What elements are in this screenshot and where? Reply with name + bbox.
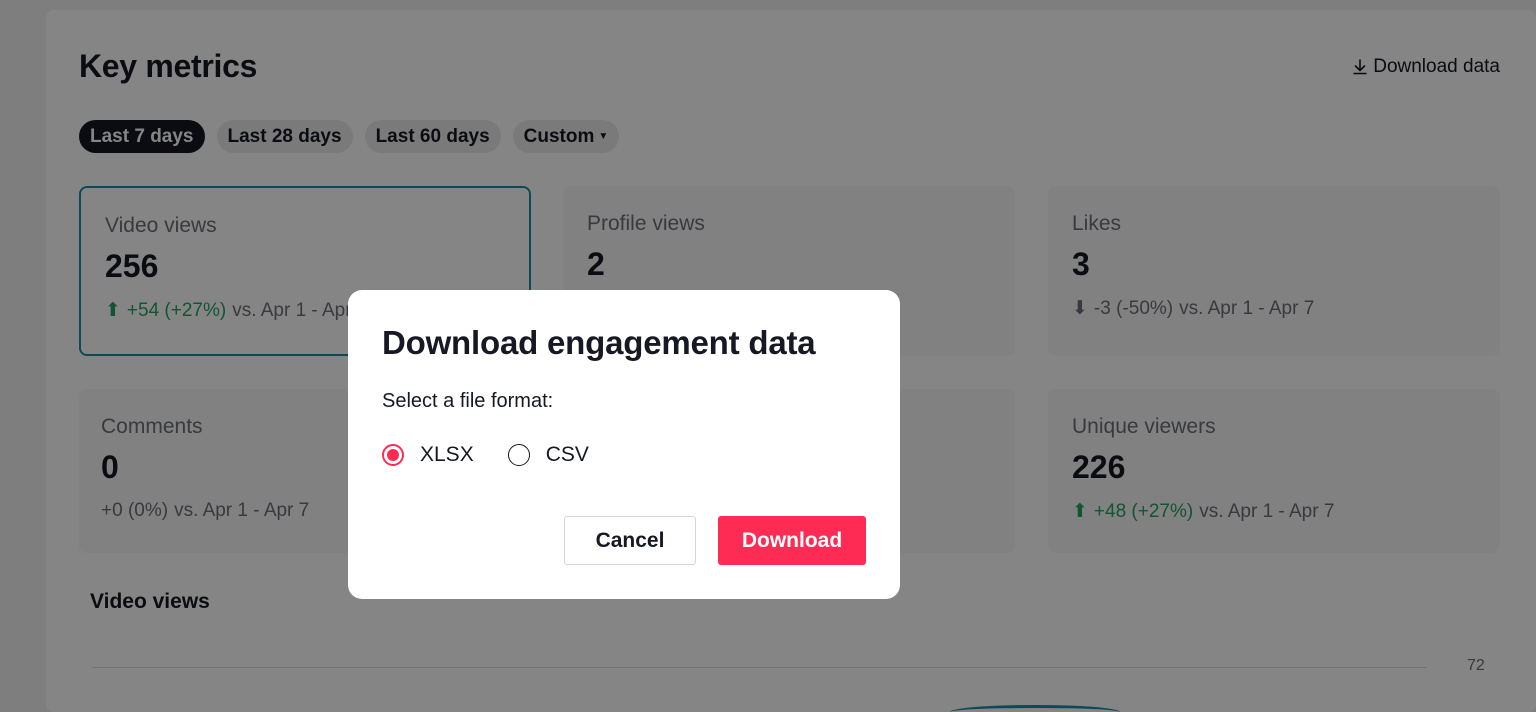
dialog-actions: Cancel Download: [564, 516, 866, 565]
radio-csv[interactable]: CSV: [507, 443, 589, 467]
cancel-button[interactable]: Cancel: [564, 516, 696, 565]
format-prompt: Select a file format:: [382, 390, 554, 412]
dialog-title: Download engagement data: [382, 324, 816, 361]
radio-label: XLSX: [420, 443, 474, 466]
radio-xlsx[interactable]: XLSX: [382, 443, 474, 467]
format-radio-group: XLSX CSV: [382, 443, 866, 467]
radio-selected-icon[interactable]: [382, 444, 404, 466]
radio-label: CSV: [545, 443, 589, 466]
download-dialog: Download engagement data Select a file f…: [348, 290, 900, 599]
download-button[interactable]: Download: [718, 516, 866, 565]
radio-unselected-icon[interactable]: [507, 444, 530, 466]
